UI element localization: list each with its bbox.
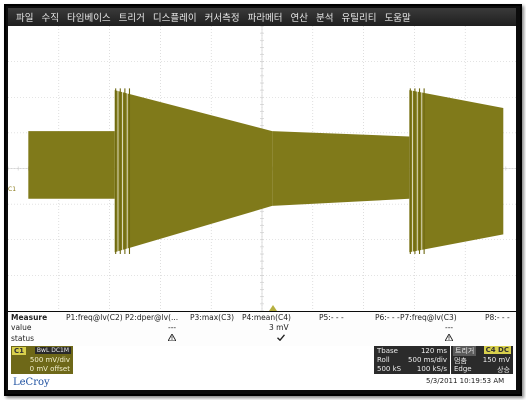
waveform-display[interactable]: C1: [8, 26, 516, 311]
menu-item[interactable]: 도움말: [380, 10, 414, 24]
warning-icon: [444, 333, 454, 343]
menu-item[interactable]: 분석: [312, 10, 337, 24]
menu-item[interactable]: 유틸리티: [338, 10, 381, 24]
menu-item[interactable]: 트리거: [115, 10, 149, 24]
tbase-rate: 500 ms/div: [408, 356, 447, 364]
tbase-mode: Roll: [377, 356, 390, 364]
menu-item[interactable]: 커서측정: [201, 10, 244, 24]
menu-bar: 파일 수직 타임베이스 트리거 디스플레이 커서측정 파라메터 연산 분석 유틸리티 도움말: [8, 8, 516, 26]
waveform-svg: [8, 26, 516, 311]
menu-item[interactable]: 파라메터: [244, 10, 287, 24]
tbase-label: Tbase: [377, 347, 398, 355]
value-label: value: [11, 323, 32, 332]
param-p1-name[interactable]: P1:freq@lv(C2): [66, 313, 123, 322]
tbase-srate: 100 kS/s: [416, 365, 447, 373]
menu-item[interactable]: 파일: [12, 10, 37, 24]
trace-envelope-2: [272, 131, 410, 206]
param-p3-name[interactable]: P3:max(C3): [190, 313, 234, 322]
trace-envelope-0: [28, 131, 115, 199]
channel-tag: C1: [12, 347, 27, 355]
trigger-position-marker[interactable]: [269, 305, 277, 311]
menu-item[interactable]: 디스플레이: [149, 10, 201, 24]
channel-marker: C1: [8, 186, 17, 193]
channel-offset: 0 mV offset: [29, 365, 70, 373]
param-p5-name[interactable]: P5:- - -: [319, 313, 344, 322]
menu-item[interactable]: 연산: [287, 10, 312, 24]
menu-item[interactable]: 수직: [37, 10, 62, 24]
status-area: C1 BwL DC1M 500 mV/div 0 mV offset LeCro…: [8, 346, 516, 390]
measure-status-row: status: [8, 333, 516, 345]
lecroy-logo: LeCroy: [13, 377, 50, 388]
measure-value-row: value --- 3 mV ---: [8, 323, 516, 334]
param-p4-name[interactable]: P4:mean(C4): [242, 313, 291, 322]
timebase-descriptor[interactable]: Tbase 120 ms Roll 500 ms/div 500 kS 100 …: [374, 346, 450, 374]
param-p4-value: 3 mV: [269, 323, 289, 332]
status-label: status: [11, 334, 35, 343]
trigger-source: C4 DC: [483, 346, 511, 354]
menu-item[interactable]: 타임베이스: [63, 10, 115, 24]
channel-vdiv: 500 mV/div: [29, 356, 70, 364]
tbase-samples: 500 kS: [377, 365, 402, 373]
trigger-header: 트리거: [453, 346, 477, 356]
trace-c1: [28, 88, 504, 254]
param-p2-name[interactable]: P2:dper@lv(...: [125, 313, 178, 322]
tbase-value: 120 ms: [420, 347, 447, 355]
channel-coupling: BwL DC1M: [34, 347, 71, 354]
param-p7-name[interactable]: P7:freq@lv(C3): [400, 313, 457, 322]
trace-envelope-1: [114, 90, 273, 253]
measure-panel: Measure P1:freq@lv(C2) P2:dper@lv(... P3…: [8, 312, 516, 346]
param-p6-name[interactable]: P6:- - -: [375, 313, 400, 322]
measure-title: Measure: [11, 313, 48, 322]
trigger-level: 150 mV: [482, 356, 510, 364]
channel-c1-descriptor[interactable]: C1 BwL DC1M 500 mV/div 0 mV offset: [11, 346, 73, 374]
trigger-type: Edge: [454, 365, 472, 373]
trigger-slope: 상승: [497, 366, 510, 374]
param-p8-name[interactable]: P8:- - -: [485, 313, 510, 322]
param-p7-value: ---: [445, 323, 454, 332]
timestamp: 5/3/2011 10:19:53 AM: [426, 377, 505, 385]
trigger-descriptor[interactable]: 트리거 C4 DC 멈춤 150 mV Edge 상승: [451, 346, 513, 374]
param-p2-value: ---: [168, 323, 177, 332]
check-icon: [277, 334, 286, 343]
trace-envelope-3: [409, 90, 504, 253]
warning-icon: [167, 333, 177, 343]
